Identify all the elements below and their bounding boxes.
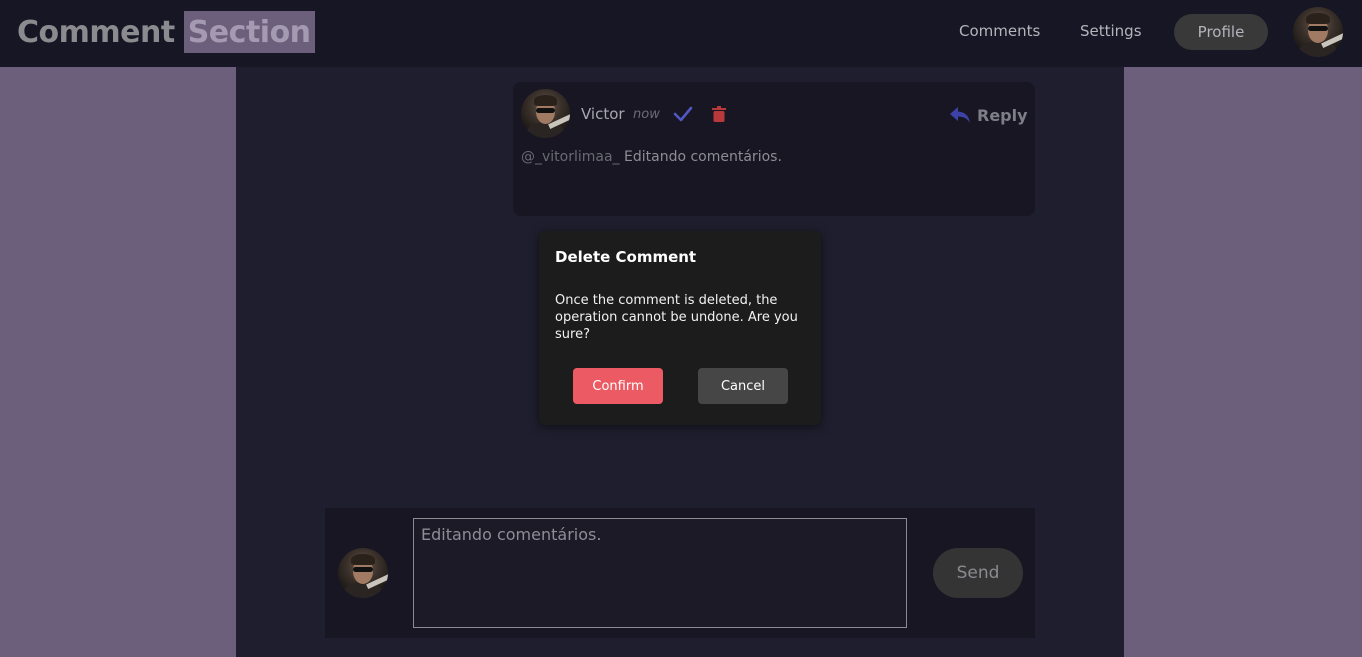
check-icon[interactable] (673, 104, 693, 124)
comment-text: @_vitorlimaa_ Editando comentários. (521, 149, 782, 165)
reply-icon (950, 107, 970, 123)
header-avatar[interactable] (1293, 7, 1343, 57)
comment-mention[interactable]: @_vitorlimaa_ (521, 149, 620, 165)
cancel-button[interactable]: Cancel (698, 368, 788, 404)
modal-title: Delete Comment (555, 248, 697, 266)
nav-settings[interactable]: Settings (1080, 22, 1142, 40)
trash-icon[interactable] (712, 106, 726, 122)
modal-body: Once the comment is deleted, the operati… (555, 293, 798, 342)
reply-button[interactable]: Reply (949, 104, 1028, 126)
profile-button[interactable]: Profile (1174, 14, 1268, 50)
comment-author: Victor (581, 105, 625, 123)
composer-avatar (338, 548, 388, 598)
delete-modal: Delete Comment Once the comment is delet… (539, 231, 821, 425)
brand-title-part2: Section (183, 11, 315, 53)
comment-input[interactable]: Editando comentários. (413, 518, 907, 628)
send-button[interactable]: Send (933, 548, 1023, 598)
confirm-button[interactable]: Confirm (573, 368, 663, 404)
top-bar: Comment Section Comments Settings Profil… (0, 0, 1362, 67)
comment-time: now (633, 107, 660, 122)
brand-title-part1: Comment (17, 14, 175, 50)
brand-title: Comment Section (17, 11, 315, 53)
comment-avatar (521, 89, 570, 138)
reply-label: Reply (977, 105, 1028, 125)
comment-body: Editando comentários. (624, 149, 782, 165)
nav-comments[interactable]: Comments (959, 22, 1040, 40)
